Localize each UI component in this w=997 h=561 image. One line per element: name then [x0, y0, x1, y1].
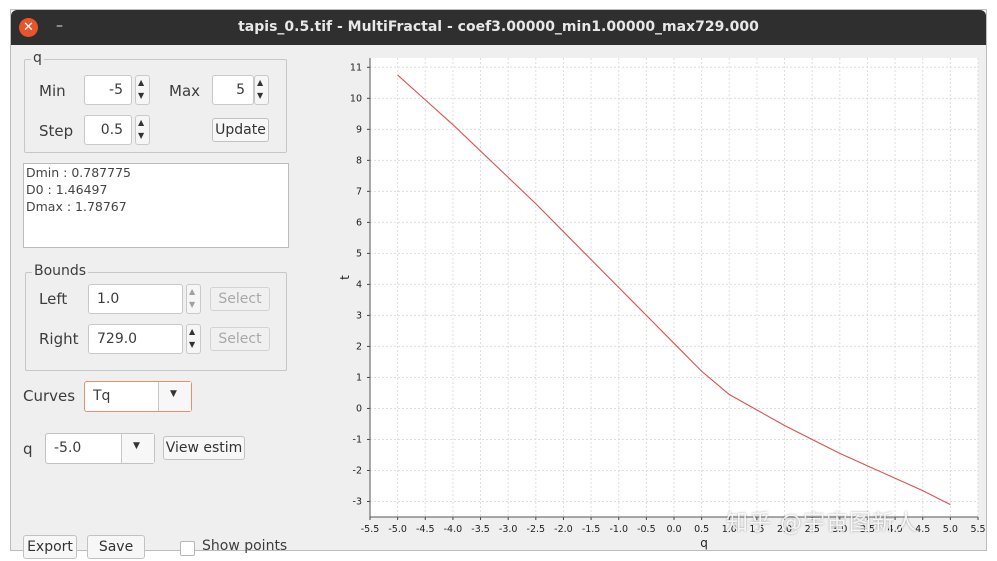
x-tick-label: 0.0 [666, 524, 681, 535]
update-button[interactable]: Update [212, 118, 269, 142]
right-spin-arrows[interactable]: ▲ ▼ [186, 324, 201, 354]
content-area: q Min -5 ▲ ▼ Max 5 ▲ ▼ Step 0.5 ▲ ▼ Update … [11, 45, 988, 559]
x-tick-label: -1.5 [582, 524, 601, 535]
watermark: 知乎 @宇宙图新人 [726, 511, 918, 536]
min-label: Min [39, 82, 66, 100]
show-points-checkbox[interactable] [180, 541, 195, 556]
arrow-up-icon[interactable]: ▲ [138, 78, 144, 87]
curves-combobox[interactable]: Tq ▼ [84, 381, 192, 412]
step-label: Step [39, 122, 74, 140]
curves-dropdown[interactable]: ▼ [158, 382, 191, 411]
step-spinbox[interactable]: 0.5 [84, 115, 132, 145]
q-group-title: q [31, 50, 44, 66]
dmin-value: Dmin : 0.787775 [26, 165, 131, 180]
max-spinbox[interactable]: 5 [212, 75, 254, 105]
y-tick-label: 8 [356, 155, 362, 166]
max-spin-arrows[interactable]: ▲ ▼ [254, 75, 269, 105]
left-label: Left [39, 290, 68, 308]
results-panel: Dmin : 0.787775 D0 : 1.46497 Dmax : 1.78… [23, 163, 289, 248]
x-tick-label: -3.0 [499, 524, 518, 535]
y-tick-label: -1 [353, 434, 362, 445]
x-tick-label: 5.5 [970, 524, 985, 535]
y-tick-label: 10 [350, 93, 362, 104]
left-bound-input[interactable]: 1.0 [88, 284, 183, 314]
y-tick-label: 1 [356, 372, 362, 383]
step-spin-arrows[interactable]: ▲ ▼ [135, 115, 150, 145]
arrow-up-icon[interactable]: ▲ [138, 118, 144, 127]
min-spinbox[interactable]: -5 [84, 75, 132, 105]
view-estim-button[interactable]: View estim [163, 436, 245, 460]
x-tick-label: -4.5 [416, 524, 435, 535]
y-tick-label: 5 [356, 248, 362, 259]
window-title: tapis_0.5.tif - MultiFractal - coef3.000… [238, 19, 759, 35]
save-button[interactable]: Save [87, 535, 145, 559]
arrow-down-icon[interactable]: ▼ [189, 300, 195, 309]
chevron-down-icon: ▼ [133, 441, 140, 451]
q-combobox[interactable]: -5.0 ▼ [45, 433, 155, 464]
arrow-down-icon[interactable]: ▼ [138, 131, 144, 140]
export-button[interactable]: Export [23, 535, 77, 559]
left-select-button[interactable]: Select [210, 287, 270, 311]
y-tick-label: 0 [356, 403, 362, 414]
curves-value: Tq [93, 388, 111, 404]
title-bar: ✕ – tapis_0.5.tif - MultiFractal - coef3… [11, 10, 986, 45]
chevron-down-icon: ▼ [170, 389, 177, 399]
app-window: ✕ – tapis_0.5.tif - MultiFractal - coef3… [10, 9, 988, 559]
x-tick-label: -1.0 [609, 524, 628, 535]
arrow-down-icon[interactable]: ▼ [257, 91, 263, 100]
y-tick-label: 7 [356, 186, 362, 197]
y-tick-label: 3 [356, 310, 362, 321]
x-tick-label: -4.0 [444, 524, 463, 535]
x-tick-label: -2.0 [554, 524, 573, 535]
max-label: Max [169, 82, 201, 100]
bounds-group-title: Bounds [32, 263, 89, 279]
right-label: Right [39, 330, 79, 348]
x-tick-label: -2.5 [527, 524, 546, 535]
x-axis-label: q [700, 536, 708, 550]
y-tick-label: 11 [350, 62, 362, 73]
min-spin-arrows[interactable]: ▲ ▼ [135, 75, 150, 105]
dmax-value: Dmax : 1.78767 [26, 199, 127, 214]
x-tick-label: -0.5 [637, 524, 656, 535]
y-axis-label: t [338, 275, 352, 280]
right-select-button[interactable]: Select [210, 327, 270, 351]
x-tick-label: -3.5 [471, 524, 490, 535]
x-tick-label: 0.5 [694, 524, 709, 535]
y-tick-label: 9 [356, 124, 362, 135]
arrow-up-icon[interactable]: ▲ [257, 78, 263, 87]
y-tick-label: -2 [353, 465, 362, 476]
chart-svg: -5.5 -5.0 -4.5 -4.0 -3.5 -3.0 -2.5 -2.0 -1.5 -1.0… [338, 58, 986, 550]
arrow-up-icon[interactable]: ▲ [189, 287, 195, 296]
arrow-down-icon[interactable]: ▼ [138, 91, 144, 100]
q-value: -5.0 [54, 440, 82, 456]
d0-value: D0 : 1.46497 [26, 182, 108, 197]
y-tick-label: 2 [356, 341, 362, 352]
q-select-label: q [23, 440, 33, 458]
left-spin-arrows[interactable]: ▲ ▼ [186, 284, 201, 314]
arrow-down-icon[interactable]: ▼ [189, 340, 195, 349]
y-tick-label: 6 [356, 217, 362, 228]
x-tick-label: -5.5 [361, 524, 380, 535]
show-points-label[interactable]: Show points [202, 538, 287, 554]
arrow-up-icon[interactable]: ▲ [189, 327, 195, 336]
curves-label: Curves [23, 387, 76, 405]
tq-chart: -5.5 -5.0 -4.5 -4.0 -3.5 -3.0 -2.5 -2.0 -1.5 -1.0… [321, 45, 988, 552]
x-tick-label: -5.0 [388, 524, 407, 535]
x-tick-label: 5.0 [943, 524, 958, 535]
y-tick-label: -3 [353, 496, 362, 507]
right-bound-input[interactable]: 729.0 [88, 324, 183, 354]
q-dropdown[interactable]: ▼ [121, 434, 154, 463]
y-tick-label: 4 [356, 279, 362, 290]
